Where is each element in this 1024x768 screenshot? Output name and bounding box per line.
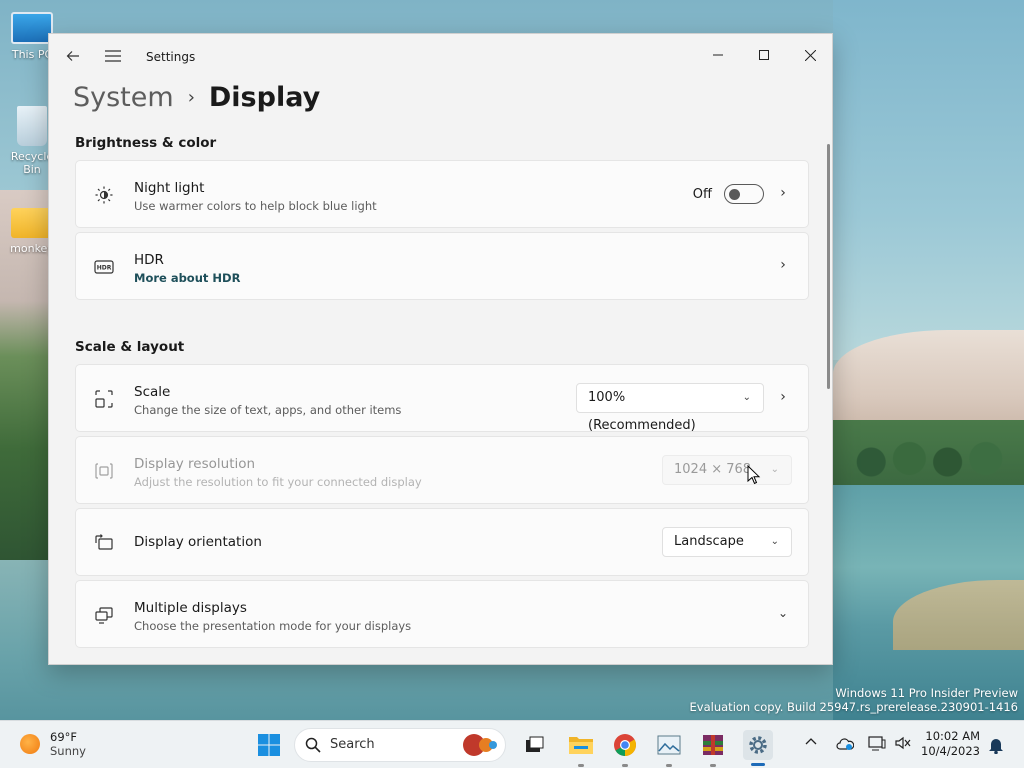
folder-icon: [569, 737, 593, 754]
chevron-down-icon: ⌄: [770, 464, 779, 475]
chevron-right-icon[interactable]: ›: [776, 185, 790, 201]
sun-icon: [20, 734, 40, 754]
windows-watermark: Windows 11 Pro Insider Preview Evaluatio…: [690, 686, 1018, 714]
app-title: Settings: [146, 50, 196, 64]
page-title: Display: [208, 82, 321, 113]
resolution-dropdown: 1024 × 768 ⌄: [662, 455, 792, 485]
folder-icon: [11, 208, 53, 238]
setting-title: Display orientation: [134, 534, 262, 550]
setting-scale[interactable]: Scale Change the size of text, apps, and…: [75, 364, 809, 433]
setting-display-orientation[interactable]: Display orientation Landscape ⌄: [75, 508, 809, 576]
search-placeholder: Search: [330, 737, 375, 752]
breadcrumb: System › Display: [73, 82, 320, 113]
setting-title: HDR: [134, 252, 164, 268]
gear-icon: [749, 736, 767, 754]
windows-logo-icon: [258, 734, 280, 756]
watermark-line1: Windows 11 Pro Insider Preview: [835, 686, 1018, 700]
resolution-icon: [95, 463, 113, 479]
dropdown-value: Landscape: [674, 534, 744, 549]
setting-subtitle: Adjust the resolution to fit your connec…: [134, 475, 422, 489]
dropdown-value: 100% (Recommended): [588, 390, 696, 433]
chevron-down-icon: ⌄: [742, 392, 751, 403]
volume-muted-icon[interactable]: [894, 735, 912, 754]
section-title-brightness: Brightness & color: [75, 135, 217, 151]
chrome-icon: [614, 734, 636, 756]
settings-window: Settings System › Display Brightness & c…: [48, 33, 833, 665]
setting-display-resolution: Display resolution Adjust the resolution…: [75, 436, 809, 504]
task-view-button[interactable]: [520, 731, 548, 759]
taskbar: 69°F Sunny Search 10:02 AM 10/4/2023: [0, 720, 1024, 768]
settings-taskbar-button[interactable]: [743, 730, 773, 766]
setting-subtitle: Choose the presentation mode for your di…: [134, 619, 412, 633]
chevron-down-icon[interactable]: ⌄: [776, 606, 790, 620]
desktop-icon-label: This PC: [11, 48, 53, 61]
weather-condition: Sunny: [50, 744, 86, 758]
setting-subtitle: Change the size of text, apps, and other…: [134, 403, 402, 417]
task-view-icon: [526, 736, 544, 752]
title-bar: Settings: [49, 34, 832, 82]
monitor-icon: [11, 12, 53, 44]
scrollbar[interactable]: [827, 144, 830, 389]
setting-hdr[interactable]: HDR HDR More about HDR ›: [75, 232, 809, 300]
weather-widget[interactable]: 69°F Sunny: [20, 730, 86, 758]
setting-title: Multiple displays: [134, 600, 247, 616]
file-explorer-button[interactable]: [567, 731, 595, 767]
chevron-down-icon: ⌄: [770, 536, 779, 547]
scale-icon: [95, 390, 113, 408]
clock-time: 10:02 AM: [925, 729, 980, 743]
image-viewer-button[interactable]: [655, 731, 683, 767]
watermark-line2: Evaluation copy. Build 25947.rs_prerelea…: [689, 700, 1018, 714]
setting-title: Night light: [134, 180, 205, 196]
multiple-displays-icon: [95, 607, 113, 624]
settings-content: Brightness & color Night light Use warme…: [75, 130, 809, 652]
chevron-up-icon[interactable]: [805, 735, 817, 749]
setting-subtitle: Use warmer colors to help block blue lig…: [134, 199, 377, 213]
taskbar-search[interactable]: Search: [294, 728, 506, 762]
maximize-button[interactable]: [741, 40, 787, 70]
search-icon: [305, 737, 321, 753]
chrome-button[interactable]: [611, 731, 639, 767]
orientation-icon: [95, 534, 113, 550]
notification-bell-icon[interactable]: [988, 736, 1004, 757]
back-arrow-icon[interactable]: [63, 46, 83, 66]
breadcrumb-parent[interactable]: System: [73, 82, 174, 113]
clock-date: 10/4/2023: [921, 744, 980, 758]
recycle-bin-icon: [17, 106, 47, 146]
hdr-icon: HDR: [94, 260, 114, 274]
setting-title: Display resolution: [134, 456, 256, 472]
night-light-toggle[interactable]: [724, 184, 764, 204]
breadcrumb-separator: ›: [187, 87, 195, 108]
winrar-button[interactable]: [699, 731, 727, 767]
brightness-icon: [95, 186, 113, 204]
scale-dropdown[interactable]: 100% (Recommended) ⌄: [576, 383, 764, 433]
archive-icon: [703, 735, 723, 755]
toggle-state-label: Off: [692, 187, 712, 202]
minimize-button[interactable]: [695, 40, 741, 70]
onedrive-icon[interactable]: [836, 737, 855, 754]
search-highlight-icon: [463, 734, 499, 756]
image-icon: [657, 735, 681, 755]
setting-multiple-displays[interactable]: Multiple displays Choose the presentatio…: [75, 580, 809, 648]
svg-text:HDR: HDR: [97, 265, 112, 272]
setting-title: Scale: [134, 384, 171, 400]
setting-night-light[interactable]: Night light Use warmer colors to help bl…: [75, 160, 809, 228]
network-icon[interactable]: [868, 735, 886, 754]
close-button[interactable]: [787, 40, 832, 70]
desktop-icon-label: Recycle Bin: [10, 150, 54, 176]
chevron-right-icon[interactable]: ›: [776, 257, 790, 273]
start-button[interactable]: [255, 731, 283, 759]
chevron-right-icon[interactable]: ›: [776, 389, 790, 405]
more-about-hdr-link[interactable]: More about HDR: [134, 271, 240, 285]
system-clock[interactable]: 10:02 AM 10/4/2023: [921, 729, 980, 759]
dropdown-value: 1024 × 768: [674, 462, 752, 477]
desktop-wallpaper-right: [833, 0, 1024, 720]
section-title-scale-layout: Scale & layout: [75, 339, 185, 355]
orientation-dropdown[interactable]: Landscape ⌄: [662, 527, 792, 557]
weather-temp: 69°F: [50, 730, 77, 744]
menu-hamburger-icon[interactable]: [103, 46, 123, 66]
mouse-cursor-icon: [747, 465, 761, 485]
